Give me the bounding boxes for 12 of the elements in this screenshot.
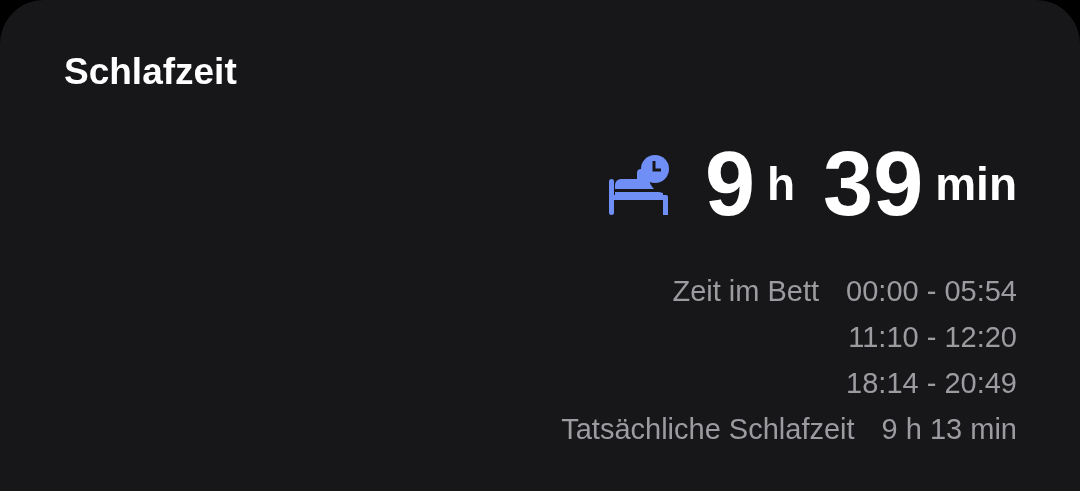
duration-unit: h: [767, 161, 796, 207]
duration-value: 39: [823, 139, 924, 229]
bed-clock-icon: [606, 153, 669, 215]
duration-value: 9: [704, 139, 755, 229]
detail-value: 00:00 - 05:54: [846, 274, 1017, 309]
duration-unit: min: [935, 161, 1017, 207]
detail-value: 18:14 - 20:49: [846, 366, 1017, 401]
detail-value: 11:10 - 12:20: [848, 320, 1017, 355]
detail-value: 9 h 13 min: [881, 412, 1017, 447]
card-title: Schlafzeit: [64, 50, 238, 94]
detail-label: Tatsächliche Schlafzeit: [561, 412, 855, 447]
detail-label: Zeit im Bett: [672, 274, 820, 309]
